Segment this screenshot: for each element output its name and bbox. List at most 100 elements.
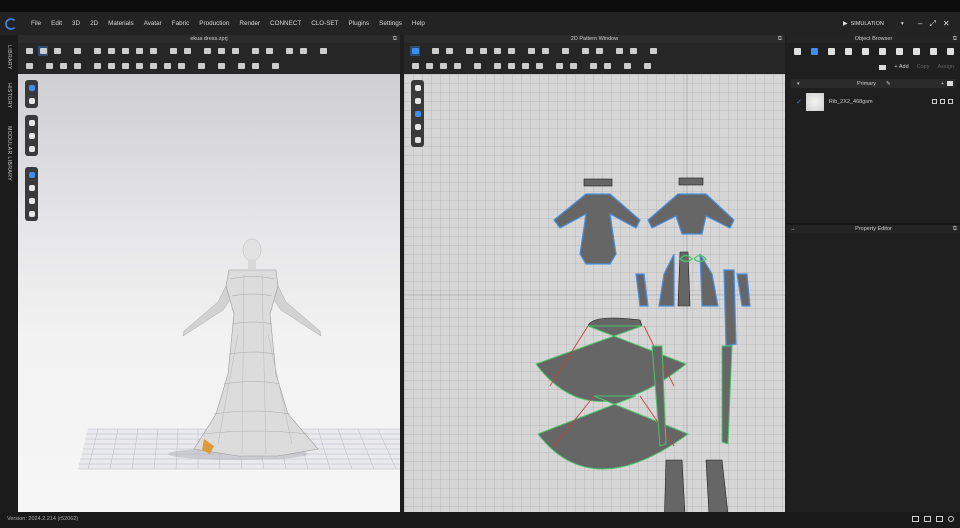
rectangle-tool-icon[interactable] (478, 46, 488, 56)
edit-curve-tool-icon[interactable] (298, 46, 308, 56)
circle-tool-icon[interactable] (506, 46, 516, 56)
trace-tool-icon[interactable] (588, 61, 598, 71)
steam-tool-icon[interactable] (182, 46, 192, 56)
display-2d-view-icon[interactable] (413, 135, 422, 144)
fit-3-tool-icon[interactable] (72, 61, 82, 71)
maximize-icon[interactable]: ⤢ (929, 19, 935, 29)
tack-4-tool-icon[interactable] (134, 46, 144, 56)
button-tool-icon[interactable] (162, 61, 172, 71)
tab-modular-library[interactable]: MODULAR LIBRARY (2, 123, 16, 185)
tack-3-tool-icon[interactable] (120, 46, 130, 56)
shoe-icon[interactable] (928, 46, 938, 57)
line-tool-icon[interactable] (264, 46, 274, 56)
2d-pattern-canvas[interactable] (404, 74, 785, 512)
fit-2-tool-icon[interactable] (58, 61, 68, 71)
edit-point-tool-icon[interactable] (430, 46, 440, 56)
fabric-action-1-icon[interactable] (932, 99, 937, 104)
trim-2-tool-icon[interactable] (250, 61, 260, 71)
measure-object-icon[interactable] (894, 46, 904, 57)
tab-library[interactable]: LIBRARY (2, 41, 16, 73)
texture-view-icon[interactable] (27, 170, 36, 179)
primary-section[interactable]: ▾ Primary ✎ + (791, 79, 956, 88)
pattern-2d-2-tool-icon[interactable] (424, 61, 434, 71)
info-view-icon[interactable] (413, 109, 422, 118)
3d-viewport[interactable] (18, 74, 400, 512)
edit-curve-point-tool-icon[interactable] (444, 46, 454, 56)
pin-icon[interactable]: ⧉ (393, 35, 397, 43)
shirt-2d-view-icon[interactable] (413, 96, 422, 105)
menu-3d[interactable]: 3D (67, 12, 85, 35)
menu-materials[interactable]: Materials (103, 12, 139, 35)
grid-2-tool-icon[interactable] (628, 46, 638, 56)
list-icon[interactable] (792, 46, 802, 57)
shirt-3-tool-icon[interactable] (134, 61, 144, 71)
transform-pattern-tool-icon[interactable] (410, 45, 420, 56)
minimize-icon[interactable]: – (918, 19, 922, 28)
trace-2-tool-icon[interactable] (602, 61, 612, 71)
select-box-tool-icon[interactable] (52, 46, 62, 56)
menu-production[interactable]: Production (194, 12, 234, 35)
fabric-action-3-icon[interactable] (948, 99, 953, 104)
layout-1-icon[interactable] (912, 516, 919, 522)
shirt-4-tool-icon[interactable] (148, 61, 158, 71)
assign-button[interactable]: Assign (937, 64, 954, 70)
text-tool-icon[interactable] (580, 46, 590, 56)
buttonhole-tool-icon[interactable] (176, 61, 186, 71)
tack-tool-icon[interactable] (92, 46, 102, 56)
pin-object-icon[interactable] (877, 46, 887, 57)
texture-2d-view-icon[interactable] (413, 122, 422, 131)
menu-file[interactable]: File (26, 12, 46, 35)
chevron-down-icon[interactable]: ▾ (901, 21, 904, 27)
rectangle-2-tool-icon[interactable] (492, 46, 502, 56)
avatar-view-icon[interactable] (27, 83, 36, 92)
wireframe-view-icon[interactable] (27, 183, 36, 192)
folder-icon[interactable] (947, 81, 953, 86)
measure-2d-2-tool-icon[interactable] (568, 61, 578, 71)
menu-2d[interactable]: 2D (85, 12, 103, 35)
trim-tool-icon[interactable] (236, 61, 246, 71)
fabric-action-2-icon[interactable] (940, 99, 945, 104)
ruler-tool-icon[interactable] (622, 61, 632, 71)
menu-connect[interactable]: CONNECT (265, 12, 306, 35)
measure-tool-icon[interactable] (250, 46, 260, 56)
shirt-2d-tool-icon[interactable] (492, 61, 502, 71)
move-tool-icon[interactable] (38, 45, 48, 56)
topstitch-icon[interactable] (860, 46, 870, 57)
light-view-icon[interactable] (27, 196, 36, 205)
menu-render[interactable]: Render (234, 12, 265, 35)
copy-button[interactable]: Copy (917, 64, 930, 70)
menu-plugins[interactable]: Plugins (343, 12, 374, 35)
shirt-tool-icon[interactable] (148, 46, 158, 56)
sphere-view-icon[interactable] (27, 209, 36, 218)
chevron-down-icon[interactable]: ▾ (797, 81, 800, 87)
layout-2-icon[interactable] (924, 516, 931, 522)
sew-tool-icon[interactable] (92, 61, 102, 71)
arrow-icon[interactable]: → (790, 225, 796, 233)
segment-sewing-tool-icon[interactable] (560, 46, 570, 56)
pattern-2d-3-tool-icon[interactable] (438, 61, 448, 71)
garment-tool-icon[interactable] (230, 46, 240, 56)
fold-tool-icon[interactable] (202, 46, 212, 56)
pen-view-icon[interactable] (413, 83, 422, 92)
dart-2-tool-icon[interactable] (540, 46, 550, 56)
zipper-tool-icon[interactable] (318, 46, 328, 56)
menu-avatar[interactable]: Avatar (139, 12, 167, 35)
sew-2-tool-icon[interactable] (106, 61, 116, 71)
shirt-2d-3-tool-icon[interactable] (520, 61, 530, 71)
pattern-2d-tool-icon[interactable] (410, 61, 420, 71)
brush-2d-tool-icon[interactable] (648, 46, 658, 56)
add-icon[interactable]: + (941, 81, 944, 87)
simulation-button[interactable]: ▶ SIMULATION ▾ (843, 12, 904, 35)
pin-tool-icon[interactable] (72, 46, 82, 56)
dart-tool-icon[interactable] (526, 46, 536, 56)
select-mesh-tool-icon[interactable] (24, 46, 34, 56)
shirt-2-tool-icon[interactable] (120, 61, 130, 71)
clo-logo-icon[interactable] (0, 12, 22, 35)
snap-tool-icon[interactable] (270, 61, 280, 71)
tack-2-tool-icon[interactable] (106, 46, 116, 56)
pattern-2d-4-tool-icon[interactable] (452, 61, 462, 71)
fit-tool-icon[interactable] (44, 61, 54, 71)
shirt-2d-2-tool-icon[interactable] (506, 61, 516, 71)
garment-view-icon[interactable] (27, 96, 36, 105)
hat-tool-icon[interactable] (216, 46, 226, 56)
